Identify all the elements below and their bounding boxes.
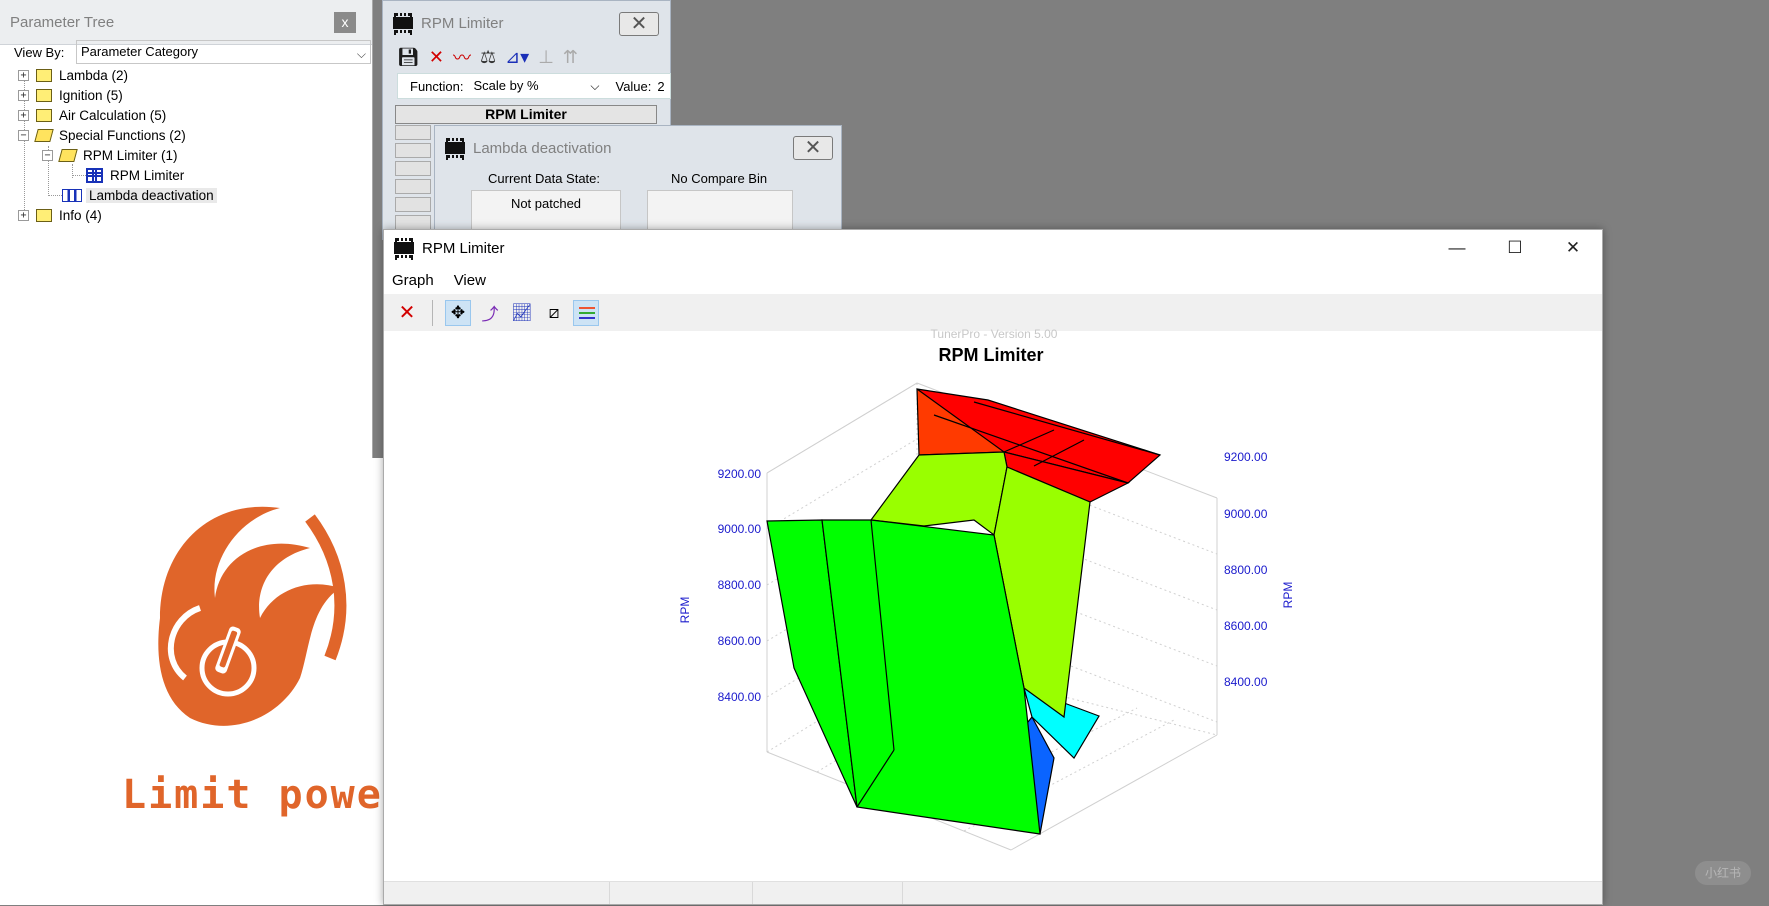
tick-label: 8800.00: [718, 578, 762, 592]
folder-icon: [36, 108, 52, 122]
collapse-icon[interactable]: −: [42, 149, 53, 161]
chevron-down-icon: ⌵: [590, 79, 600, 93]
tick-label: 8600.00: [718, 634, 762, 648]
table-row-header: [395, 143, 431, 158]
tree-item-label: Lambda (2): [59, 67, 129, 83]
chip-icon: [445, 138, 465, 158]
tick-label: 9200.00: [718, 467, 762, 481]
tree-item-air-calculation[interactable]: + Air Calculation (5): [18, 106, 166, 124]
view-by-dropdown[interactable]: Parameter Category ⌵: [76, 40, 371, 64]
folder-open-icon: [34, 128, 54, 142]
expand-icon[interactable]: +: [18, 209, 29, 221]
compare-bin-label: No Compare Bin: [671, 171, 768, 186]
chip-icon: [393, 13, 413, 33]
window-titlebar: Lambda deactivation: [435, 126, 841, 170]
window-title: Lambda deactivation: [473, 139, 612, 157]
current-data-state-label: Current Data State:: [488, 171, 600, 186]
compare-dropdown-icon[interactable]: ⊿▾: [505, 47, 529, 68]
save-icon[interactable]: 💾︎: [397, 47, 420, 68]
tree-item-lambda-deactivation[interactable]: Lambda deactivation: [62, 186, 217, 204]
folder-icon: [36, 208, 52, 222]
tree-item-special-functions[interactable]: − Special Functions (2): [18, 126, 186, 144]
folder-icon: [36, 88, 52, 102]
close-button[interactable]: ✕: [619, 12, 659, 36]
view-by-value: Parameter Category: [81, 44, 199, 59]
table-icon: [86, 167, 103, 183]
surface-mesh: [766, 388, 1162, 835]
status-cell: [609, 882, 610, 904]
parameter-tree-close-button[interactable]: x: [334, 12, 356, 33]
left-axis: 9200.00 9000.00 8800.00 8600.00 8400.00 …: [678, 467, 761, 704]
table-row-header: [395, 215, 431, 230]
chart-watermark: TunerPro - Version 5.00: [931, 327, 1058, 341]
table-row-header: [395, 161, 431, 176]
tick-label: 8600.00: [1224, 619, 1268, 633]
status-bar: [384, 881, 1602, 904]
table-row-header: [395, 125, 431, 140]
graph-line-icon[interactable]: 〰: [453, 44, 471, 70]
view-by-row: View By: Parameter Category ⌵: [14, 40, 372, 64]
tree-guide: [48, 195, 62, 196]
tick-label: 9000.00: [718, 522, 762, 536]
tree-item-label: Info (4): [59, 207, 102, 223]
tree-item-rpm-limiter-folder[interactable]: − RPM Limiter (1): [42, 146, 178, 164]
tick-label: 9200.00: [1224, 450, 1268, 464]
brand-text: Limit power: [122, 772, 409, 818]
collapse-icon[interactable]: −: [18, 129, 29, 141]
surface-plot: TunerPro - Version 5.00 RPM Limiter 9200…: [678, 327, 1295, 851]
watermark-badge: 小红书: [1695, 861, 1751, 885]
axis-label-left: RPM: [678, 597, 692, 624]
tree-item-info[interactable]: + Info (4): [18, 206, 102, 224]
view-by-label: View By:: [14, 44, 65, 60]
tree-item-label: RPM Limiter (1): [83, 147, 178, 163]
tree-item-label: Air Calculation (5): [59, 107, 167, 123]
window-title: RPM Limiter: [421, 14, 504, 32]
tree-item-label: Special Functions (2): [59, 127, 186, 143]
flag-icon: [62, 188, 82, 202]
function-label: Function:: [410, 78, 464, 94]
table-toolbar: 💾︎ ✕ 〰 ⚖ ⊿▾ ⊥ ⇈: [397, 43, 578, 71]
axis-label-right: RPM: [1281, 582, 1295, 609]
value-input[interactable]: 2: [657, 79, 664, 94]
rpm-limiter-graph-window: RPM Limiter — ☐ ✕ Graph View ✕ ✥ ⤴ 📈︎ ⧄ …: [383, 229, 1603, 905]
tick-label: 9000.00: [1224, 507, 1268, 521]
up-icon[interactable]: ⇈: [563, 47, 578, 68]
tree-item-rpm-limiter-table[interactable]: RPM Limiter: [86, 166, 184, 184]
function-row: Function: Scale by % ⌵ Value: 2: [397, 73, 671, 99]
folder-icon: [36, 68, 52, 82]
expand-icon[interactable]: +: [18, 89, 29, 101]
value-label: Value:: [615, 78, 652, 94]
table-row-header: [395, 179, 431, 194]
lambda-deactivation-window: Lambda deactivation ✕ Current Data State…: [434, 125, 842, 240]
chevron-down-icon: ⌵: [356, 47, 366, 61]
tree-item-label: Lambda deactivation: [86, 187, 217, 203]
function-dropdown[interactable]: Scale by % ⌵: [473, 75, 601, 97]
table-row-header: [395, 197, 431, 212]
axis-icon[interactable]: ⊥: [538, 47, 554, 68]
scale-icon[interactable]: ⚖: [480, 47, 496, 68]
folder-open-icon: [58, 148, 78, 162]
close-x-icon[interactable]: ✕: [429, 47, 444, 68]
status-cell: [902, 882, 903, 904]
status-cell: [752, 882, 753, 904]
tree-item-lambda[interactable]: + Lambda (2): [18, 66, 128, 84]
tree-item-label: Ignition (5): [59, 87, 123, 103]
right-axis: 9200.00 9000.00 8800.00 8600.00 8400.00 …: [1224, 450, 1295, 689]
expand-icon[interactable]: +: [18, 69, 29, 81]
function-value: Scale by %: [473, 78, 539, 93]
tick-label: 8400.00: [718, 690, 762, 704]
tree-item-label: RPM Limiter: [110, 167, 185, 183]
table-header: RPM Limiter: [395, 105, 657, 124]
expand-icon[interactable]: +: [18, 109, 29, 121]
close-button[interactable]: ✕: [793, 136, 833, 160]
tree-item-ignition[interactable]: + Ignition (5): [18, 86, 123, 104]
tree-guide: [72, 175, 86, 176]
tick-label: 8800.00: [1224, 563, 1268, 577]
chart-title: RPM Limiter: [938, 345, 1043, 365]
parameter-tree-title: Parameter Tree: [0, 0, 372, 45]
tick-label: 8400.00: [1224, 675, 1268, 689]
